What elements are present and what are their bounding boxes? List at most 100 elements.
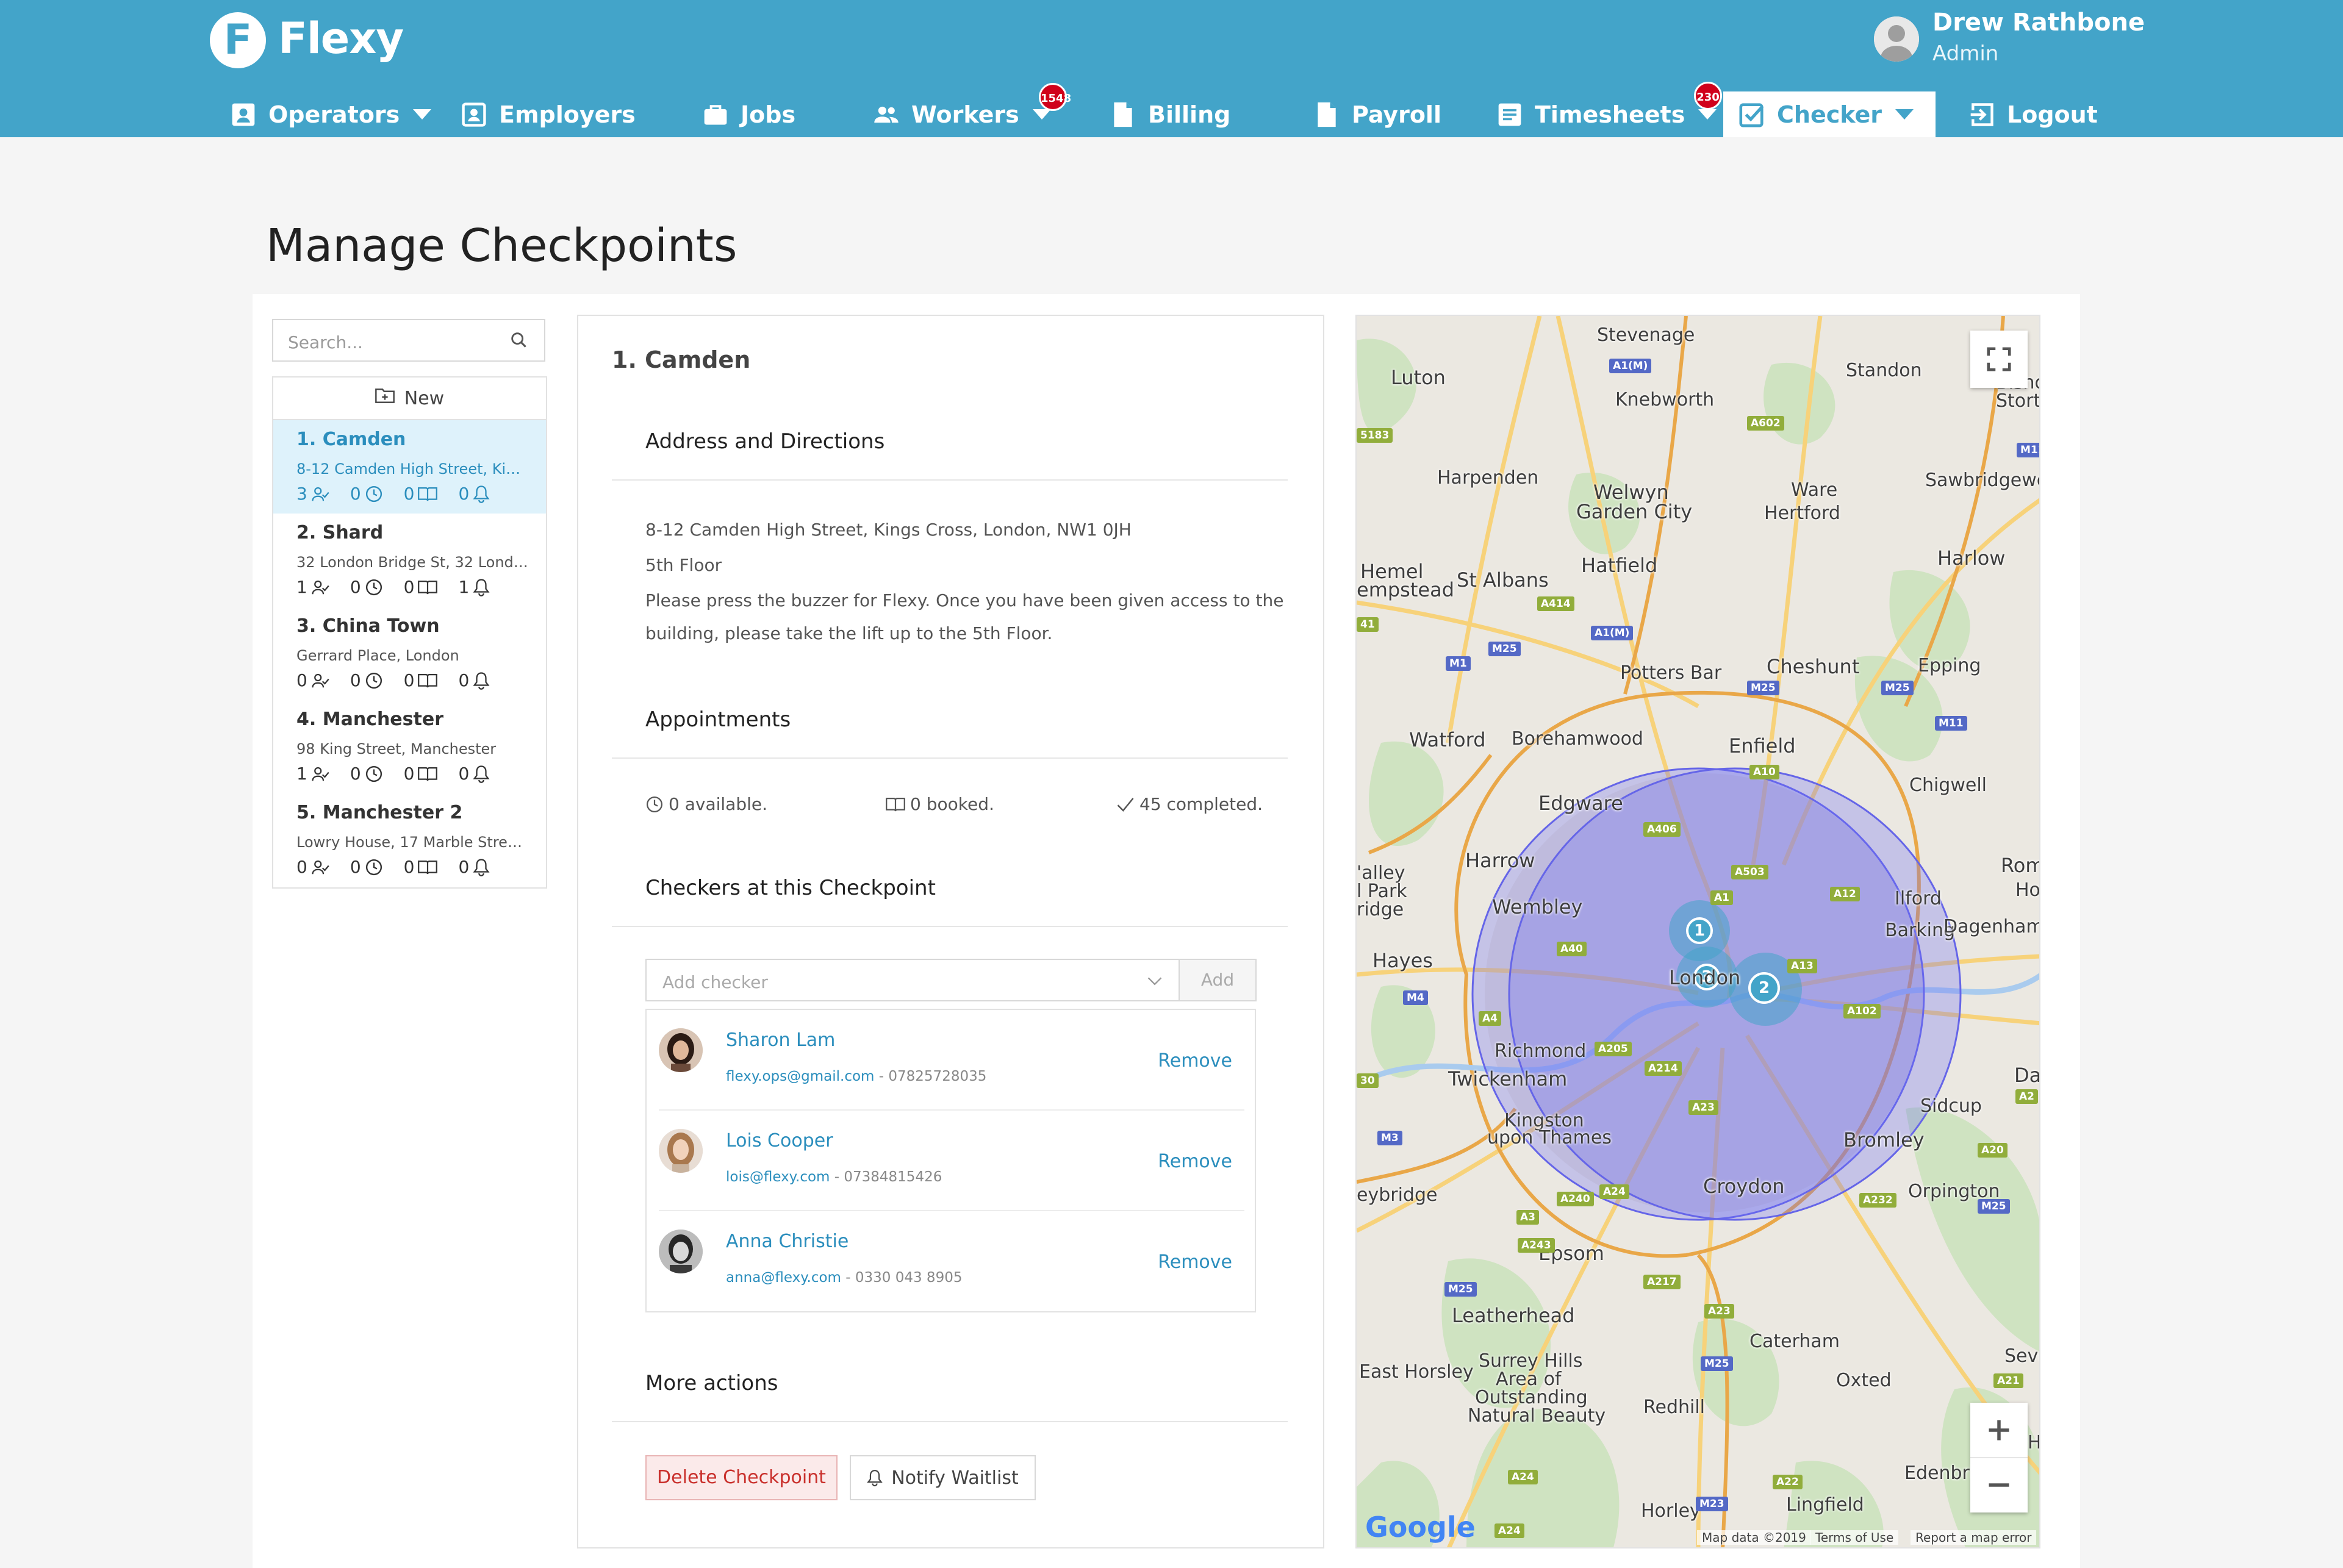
map-place-label: St Albans (1457, 568, 1549, 592)
fullscreen-button[interactable] (1970, 331, 2028, 388)
checker-email[interactable]: lois@flexy.com (726, 1169, 830, 1185)
folder-plus-icon (375, 387, 395, 409)
add-checker-button[interactable]: Add (1179, 959, 1257, 1001)
divider (612, 926, 1288, 927)
checkpoint-search-input[interactable]: Search... (272, 319, 545, 362)
notify-waitlist-button[interactable]: Notify Waitlist (850, 1455, 1036, 1500)
new-checkpoint-button[interactable]: New (273, 378, 546, 420)
checker-contact: lois@flexy.com - 07384815426 (726, 1169, 942, 1185)
map-road-shield: A1(M) (1609, 359, 1652, 373)
plus-icon (1989, 1420, 2009, 1441)
map-road-shield: M25 (1978, 1199, 2010, 1214)
search-icon[interactable] (509, 330, 529, 353)
checkpoint-list-item[interactable]: 3. China Town Gerrard Place, London 0 0 … (273, 607, 546, 700)
waitlist-count: 0 (458, 484, 470, 504)
list-document-icon (1496, 101, 1524, 129)
checker-email[interactable]: anna@flexy.com (726, 1270, 841, 1286)
flexy-logo-icon[interactable]: F (210, 12, 266, 68)
user-avatar[interactable] (1874, 16, 1919, 62)
people-icon (872, 101, 900, 129)
workers-count: 3 (296, 484, 307, 504)
remove-checker-button[interactable]: Remove (1158, 1251, 1232, 1273)
map-road-shield: A23 (1688, 1100, 1718, 1115)
map-cluster-label[interactable]: 2 (1748, 972, 1780, 1004)
workers-icon (312, 673, 329, 687)
checkpoint-address: 32 London Bridge St, 32 London Bridge St… (296, 554, 528, 571)
map-road-shield: A4 (1479, 1011, 1501, 1026)
chevron-down-icon (413, 109, 432, 120)
available-count: 0 (350, 857, 361, 877)
zoom-out-button[interactable] (1970, 1458, 2028, 1512)
map-road-shield: A414 (1537, 596, 1574, 611)
directions-text: building, please take the lift up to the… (645, 623, 1053, 643)
workers-icon (312, 767, 329, 781)
map-road-shield: 41 (1357, 617, 1379, 632)
logout-icon (1968, 101, 1996, 129)
remove-checker-button[interactable]: Remove (1158, 1050, 1232, 1072)
checkpoint-stats: 1 0 0 0 (296, 764, 511, 784)
checkpoint-list-item[interactable]: 2. Shard 32 London Bridge St, 32 London … (273, 514, 546, 607)
checker-email[interactable]: flexy.ops@gmail.com (726, 1069, 874, 1084)
map-road-shield: A602 (1747, 416, 1784, 431)
map-road-shield: A503 (1731, 865, 1768, 879)
user-name[interactable]: Drew Rathbone (1932, 9, 2145, 37)
checker-name[interactable]: Anna Christie (726, 1231, 849, 1252)
map-terms-link[interactable]: Terms of Use (1810, 1530, 1899, 1545)
remove-checker-button[interactable]: Remove (1158, 1151, 1232, 1172)
nav-operators[interactable]: Operators (229, 91, 432, 137)
checkpoint-list-item[interactable]: 4. Manchester 98 King Street, Manchester… (273, 700, 546, 793)
map-cluster-label[interactable]: 1 (1686, 917, 1713, 944)
nav-checker[interactable]: Checker (1723, 91, 1936, 137)
zoom-in-button[interactable] (1970, 1403, 2028, 1458)
map-road-shield: M3 (1377, 1131, 1402, 1145)
nav-logout-label: Logout (2007, 101, 2098, 128)
checkpoint-list-item[interactable]: 1. Camden 8-12 Camden High Street, Kings… (273, 420, 546, 514)
chevron-down-icon (1146, 973, 1163, 990)
map-place-label: Enfield (1729, 734, 1796, 757)
checker-phone: - 07825728035 (874, 1069, 987, 1084)
nav-billing[interactable]: Billing (1109, 91, 1230, 137)
nav-timesheets[interactable]: Timesheets (1496, 91, 1717, 137)
google-logo[interactable]: Google (1365, 1511, 1476, 1544)
map-place-label: Harpenden (1437, 467, 1539, 489)
add-checker-select[interactable]: Add checker (645, 959, 1180, 1001)
app-logo-text[interactable]: Flexy (278, 13, 404, 63)
checkers-heading: Checkers at this Checkpoint (645, 876, 936, 900)
user-role: Admin (1932, 41, 1999, 66)
map-road-shield: M11 (1935, 716, 1967, 731)
map-road-shield: A24 (1494, 1523, 1524, 1538)
map-place-label: Natural Beauty (1468, 1405, 1606, 1427)
nav-payroll[interactable]: Payroll (1313, 91, 1441, 137)
checker-name[interactable]: Lois Cooper (726, 1130, 833, 1151)
bell-icon (867, 1470, 883, 1487)
document-icon (1109, 101, 1137, 129)
map-place-label: Garden City (1576, 500, 1693, 523)
zoom-controls (1970, 1403, 2028, 1513)
map-place-label: Dagenham (1943, 916, 2040, 937)
nav-logout[interactable]: Logout (1968, 91, 2098, 137)
checkpoint-name: 4. Manchester (296, 709, 443, 730)
checker-avatar (659, 1230, 703, 1273)
checkpoint-map[interactable]: 1 3 2 Stevenage Luton Knebworth Standon … (1355, 315, 2040, 1548)
nav-jobs[interactable]: Jobs (701, 91, 795, 137)
map-place-label: Oxted (1836, 1370, 1892, 1391)
workers-count: 1 (296, 577, 307, 597)
map-place-label: Sawbridgeworth (1925, 470, 2039, 491)
map-road-shield: M4 (1403, 990, 1428, 1005)
map-report-link[interactable]: Report a map error (1911, 1530, 2037, 1545)
nav-jobs-label: Jobs (741, 101, 796, 128)
checkpoint-list-item[interactable]: 5. Manchester 2 Lowry House, 17 Marble S… (273, 793, 546, 887)
page-title: Manage Checkpoints (266, 220, 737, 272)
nav-workers[interactable]: Workers (872, 91, 1051, 137)
map-road-shield: A205 (1595, 1042, 1632, 1056)
user-avatar-icon (1874, 16, 1919, 62)
map-place-label: Caterham (1749, 1331, 1840, 1352)
nav-employers[interactable]: Employers (460, 91, 636, 137)
checker-name[interactable]: Sharon Lam (726, 1029, 835, 1051)
delete-checkpoint-button[interactable]: Delete Checkpoint (645, 1455, 838, 1500)
clock-icon (365, 672, 382, 689)
waitlist-count: 0 (458, 670, 470, 690)
map-road-shield: A232 (1859, 1193, 1896, 1208)
checkpoint-name: 1. Camden (296, 429, 406, 450)
map-place-label: Richmond (1494, 1040, 1587, 1062)
